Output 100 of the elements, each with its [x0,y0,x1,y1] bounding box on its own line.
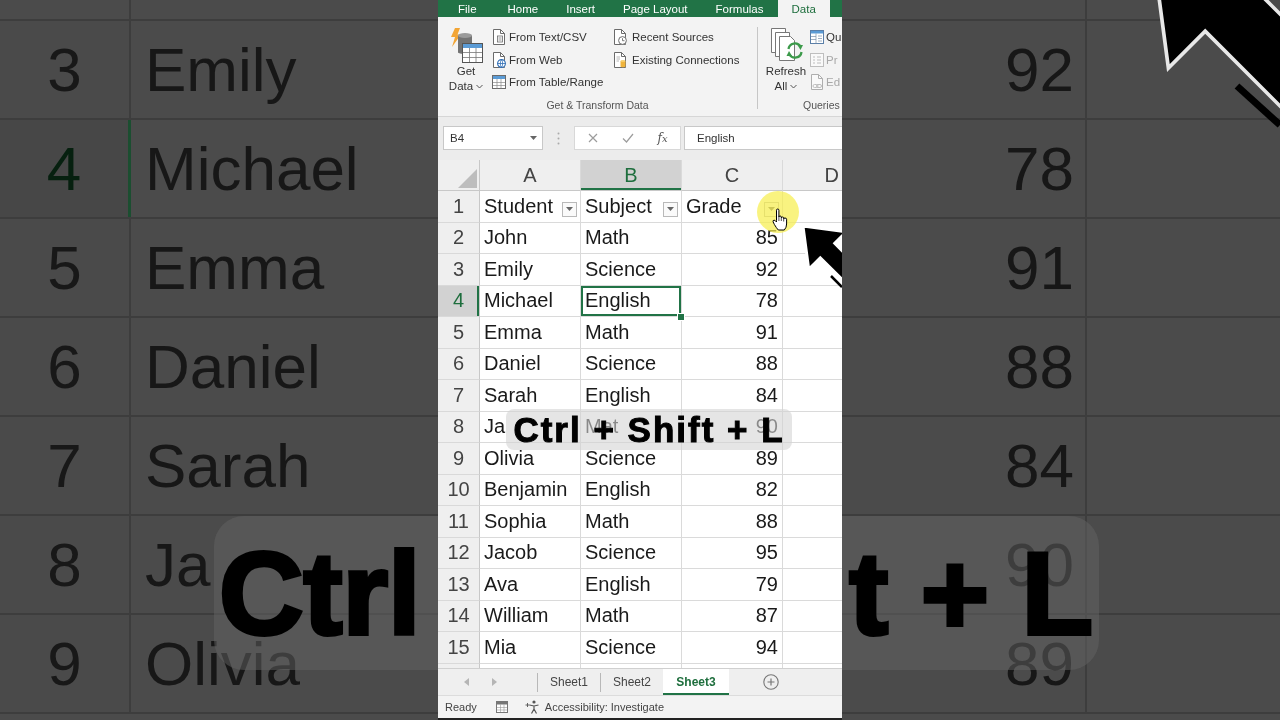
corner-triangle-icon[interactable] [458,169,477,188]
table-cell: Science [581,443,682,475]
row-header[interactable]: 4 [438,285,480,317]
ribbon-tab[interactable]: Data [777,0,830,17]
row-header[interactable]: 12 [438,537,480,569]
refresh-icon [769,28,803,63]
name-box[interactable]: B4 [443,126,543,150]
table-cell: English [581,380,682,412]
table-window-icon [810,30,824,45]
sheet-icon [495,701,508,713]
fill-handle[interactable] [677,313,685,321]
ribbon-button[interactable]: From Text/CSV [492,26,600,49]
table-cell: William [480,600,581,632]
check-icon [621,133,634,143]
caret-icon [566,207,573,211]
table-cell: Mia [480,632,581,664]
clock-file-icon [613,29,627,46]
row-header[interactable]: 6 [438,348,480,380]
sheet-tab[interactable]: Sheet1 [538,669,600,695]
ribbon-tab[interactable]: File [441,0,494,17]
list-icon [810,52,824,67]
table-cell: 92 [682,254,783,286]
caret-icon [667,207,674,211]
table-cell: English [581,569,682,601]
table-cell: 91 [682,317,783,349]
text-file-icon [492,29,506,46]
status-text: Ready [445,701,477,713]
column-header[interactable]: A [480,160,581,191]
table-cell: Daniel [480,348,581,380]
group-label: Get & Transform Data [545,98,650,113]
ribbon-button[interactable]: Existing Connections [613,48,740,71]
row-header[interactable]: 10 [438,474,480,506]
row-header[interactable]: 2 [438,222,480,254]
table-cell: Math [581,600,682,632]
row-header[interactable]: 9 [438,443,480,475]
database-file-icon [613,51,627,68]
table-cell: English [581,474,682,506]
table-cell: Sophia [480,506,581,538]
group-label: Queries [802,98,841,113]
accessibility-icon [524,700,541,714]
table-cell: 88 [682,506,783,538]
table-cell: 88 [682,348,783,380]
formula-field[interactable]: English [684,126,842,150]
caret-left-icon [463,678,469,686]
plus-circle-icon [763,674,779,690]
ribbon-button[interactable]: From Web [492,48,600,71]
column-header[interactable]: D [783,160,842,191]
row-header[interactable]: 13 [438,569,480,601]
table-cell: Benjamin [480,474,581,506]
caret-icon [530,136,537,140]
ribbon-button[interactable]: Recent Sources [613,26,740,49]
database-table-icon [449,28,483,63]
row-header[interactable]: 7 [438,380,480,412]
ribbon-button[interactable]: Qu [810,26,842,49]
filter-button[interactable] [663,201,678,217]
table-cell: English [581,285,682,317]
table-cell: Math [581,506,682,538]
row-header[interactable]: 15 [438,632,480,664]
table-cell: 87 [682,600,783,632]
table-cell: John [480,222,581,254]
column-header[interactable]: B [581,160,682,191]
table-icon [492,75,506,90]
ribbon-tab[interactable]: Home [493,0,553,17]
sheet-tab[interactable]: Sheet3 [663,669,729,695]
table-cell: 84 [682,380,783,412]
accessibility-button[interactable]: Accessibility: Investigate [524,700,664,714]
table-cell: 82 [682,474,783,506]
table-cell: Science [581,348,682,380]
table-cell: Math [581,222,682,254]
row-header[interactable]: 14 [438,600,480,632]
sheet-tab[interactable]: Sheet2 [601,669,663,695]
filter-button[interactable] [562,201,577,217]
link-file-icon [810,74,824,91]
row-header[interactable]: 5 [438,317,480,349]
row-header[interactable]: 1 [438,191,480,223]
table-cell: 79 [682,569,783,601]
table-cell: Emma [480,317,581,349]
ribbon-tab[interactable]: Formulas [701,0,778,17]
table-cell: 89 [682,443,783,475]
table-cell: 94 [682,632,783,664]
table-cell: Sarah [480,380,581,412]
row-header[interactable]: 3 [438,254,480,286]
table-cell: 95 [682,537,783,569]
macro-button[interactable] [495,701,508,713]
row-header[interactable]: 11 [438,506,480,538]
web-file-icon [492,51,506,68]
close-icon [587,133,598,143]
row-header[interactable]: 8 [438,411,480,443]
table-cell: 78 [682,285,783,317]
ribbon-button[interactable]: Get Data [446,17,486,97]
cell-text: Grade [686,194,742,218]
ribbon-tab[interactable]: Insert [552,0,609,17]
caret-right-icon [491,678,497,686]
cell-text: Student [484,194,553,218]
ribbon-button[interactable]: Refresh All [765,17,807,97]
table-cell: Olivia [480,443,581,475]
table-cell: Michael [480,285,581,317]
row-header: 4 [0,120,131,217]
column-header[interactable]: C [682,160,783,191]
ribbon-tab[interactable]: Page Layout [609,0,702,17]
